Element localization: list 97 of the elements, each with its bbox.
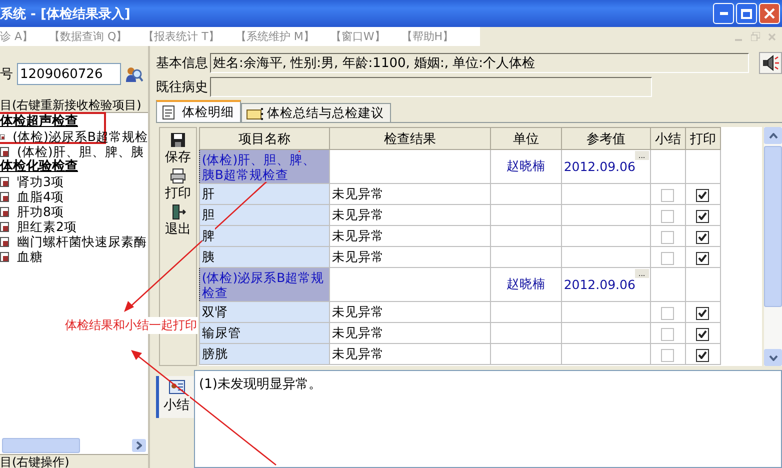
checkbox[interactable] xyxy=(696,306,710,320)
check-icon xyxy=(698,330,708,338)
vertical-scrollbar[interactable] xyxy=(764,127,782,366)
basic-info-field: 姓名:余海平, 性别:男, 年龄:1100, 婚姻:, 单位:个人体检 xyxy=(210,53,750,73)
table-cell: 脾 xyxy=(199,226,330,246)
toolbar-button[interactable]: 保存 xyxy=(164,132,191,166)
tree-item[interactable]: 肾功3项 xyxy=(0,174,148,189)
door-exit-icon xyxy=(170,204,186,220)
table-cell: (体检)泌尿系B超常规检查 xyxy=(199,268,330,302)
toolbar-button[interactable]: 退出 xyxy=(164,204,191,238)
chevron-down-icon xyxy=(768,354,778,360)
tree-item[interactable]: 血糖 xyxy=(0,249,148,264)
ellipsis-button[interactable]: ... xyxy=(634,151,649,160)
table-cell: 胰 xyxy=(199,246,330,268)
maximize-button[interactable] xyxy=(736,3,757,24)
checkbox[interactable] xyxy=(661,252,674,265)
scroll-up-button[interactable] xyxy=(764,127,782,144)
horizontal-scrollbar[interactable] xyxy=(0,437,148,454)
history-field[interactable] xyxy=(210,77,652,97)
tree-group[interactable]: 体检化验检查 xyxy=(0,159,148,174)
check-icon xyxy=(698,254,708,262)
tab[interactable]: 体检总结与总检建议 xyxy=(241,103,391,122)
close-icon xyxy=(764,8,775,19)
table-cell: 未见异常 xyxy=(329,344,490,364)
checkbox[interactable] xyxy=(661,210,674,223)
table-cell: 肝 xyxy=(199,184,330,204)
window-title: 系统 - [体检结果录入] xyxy=(0,6,130,22)
tree-item[interactable]: 幽门螺杆菌快速尿素酶 xyxy=(0,234,148,249)
table-cell: 未见异常 xyxy=(329,246,490,268)
save-icon xyxy=(170,132,186,148)
scroll-thumb[interactable] xyxy=(764,146,782,307)
checkbox[interactable] xyxy=(696,230,710,244)
checkbox[interactable] xyxy=(696,348,710,362)
scroll-down-button[interactable] xyxy=(764,349,782,366)
table-cell: 赵晓楠 xyxy=(490,268,562,302)
tree-group[interactable]: 体检超声检查 xyxy=(0,114,148,129)
checkbox[interactable] xyxy=(696,210,710,223)
table-cell: 赵晓楠 xyxy=(490,150,562,184)
table-cell: 2012.09.06 xyxy=(564,277,636,292)
table-cell: 膀胱 xyxy=(199,344,330,364)
column-header[interactable]: 打印 xyxy=(685,128,720,150)
id-label: 号 xyxy=(0,66,13,83)
checkbox[interactable] xyxy=(696,328,710,341)
tab[interactable]: 体检明细 xyxy=(156,100,241,122)
table-cell: 2012.09.06 xyxy=(564,159,636,174)
id-input-field[interactable]: 1209060726 xyxy=(17,63,121,85)
column-header[interactable]: 参考值 xyxy=(561,128,650,150)
table-cell: 未见异常 xyxy=(329,204,490,226)
toolbar-button[interactable]: 打印 xyxy=(164,168,191,202)
search-person-icon[interactable] xyxy=(125,65,143,83)
tree-item[interactable]: 肝功8项 xyxy=(0,204,148,219)
check-icon xyxy=(698,233,708,242)
checkbox[interactable] xyxy=(661,328,674,341)
check-icon xyxy=(698,309,708,318)
scroll-right-button[interactable] xyxy=(132,439,146,452)
table-cell: 未见异常 xyxy=(329,302,490,322)
panel-header: 目(右键操作) xyxy=(0,454,148,468)
column-header[interactable]: 项目名称 xyxy=(199,128,330,150)
maximize-icon xyxy=(741,8,752,18)
checkbox[interactable] xyxy=(661,188,674,202)
tree-item[interactable]: (体检)肝、胆、脾、胰 xyxy=(0,144,148,159)
checkbox[interactable] xyxy=(661,306,674,320)
check-icon xyxy=(698,212,708,220)
tree-item[interactable]: 血脂4项 xyxy=(0,189,148,204)
table-cell: (体检)肝、胆、脾、胰B超常规检查 xyxy=(199,150,330,184)
column-header[interactable]: 单位 xyxy=(490,128,562,150)
minimize-icon xyxy=(720,12,728,15)
check-icon xyxy=(698,191,708,200)
summary-text-area[interactable]: (1)未发现明显异常。 xyxy=(194,370,782,468)
column-header[interactable]: 检查结果 xyxy=(329,128,490,150)
table-cell: 未见异常 xyxy=(329,226,490,246)
speaker-button[interactable] xyxy=(759,52,782,74)
close-button[interactable] xyxy=(759,3,780,24)
checkbox[interactable] xyxy=(696,188,710,202)
folder-icon xyxy=(246,106,263,120)
scroll-thumb[interactable] xyxy=(2,438,80,453)
table-cell: 双肾 xyxy=(199,302,330,322)
annotation-text: 体检结果和小结一起打印 xyxy=(64,317,198,334)
summary-tab[interactable]: 小结 xyxy=(156,376,194,418)
table-cell: 未见异常 xyxy=(329,322,490,344)
chevron-up-icon xyxy=(768,132,778,138)
checkbox[interactable] xyxy=(661,230,674,244)
speaker-icon xyxy=(762,55,780,71)
checkbox[interactable] xyxy=(696,252,710,265)
history-label: 既往病史 xyxy=(156,79,208,96)
table-cell: 胆 xyxy=(199,204,330,226)
printer-icon xyxy=(170,168,186,184)
check-icon xyxy=(698,351,708,360)
minimize-button[interactable] xyxy=(713,3,734,24)
ellipsis-button[interactable]: ... xyxy=(634,269,649,278)
column-header[interactable]: 小结 xyxy=(650,128,686,150)
table-cell: 未见异常 xyxy=(329,184,490,204)
basic-info-label: 基本信息 xyxy=(156,55,208,72)
chevron-right-icon xyxy=(136,441,142,450)
tree-item[interactable]: 胆红素2项 xyxy=(0,219,148,234)
checkbox[interactable] xyxy=(661,348,674,362)
table-cell: 输尿管 xyxy=(199,322,330,344)
